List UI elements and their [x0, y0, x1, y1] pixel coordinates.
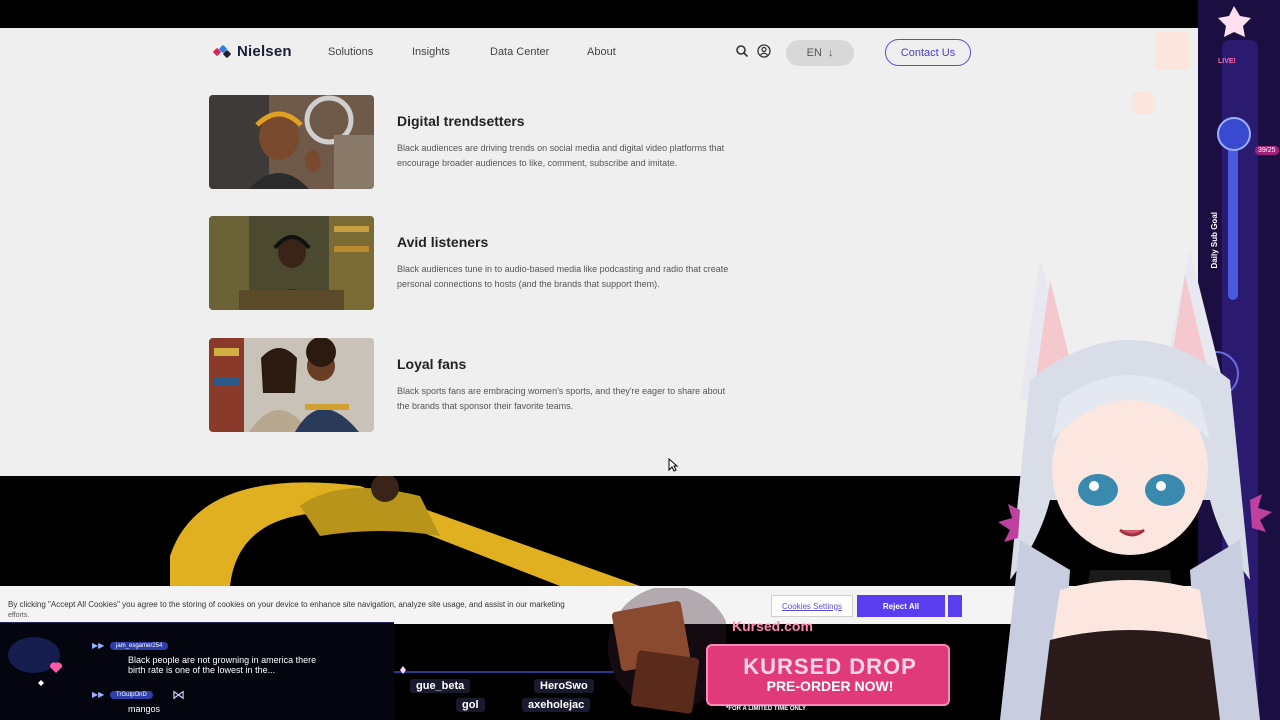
ticker-name: gol	[456, 698, 485, 712]
contact-us-button[interactable]: Contact Us	[885, 39, 971, 66]
nav-insights[interactable]: Insights	[412, 46, 450, 58]
language-selector[interactable]: EN ↓	[786, 40, 854, 66]
play-arrow-icon: ▶▶	[92, 641, 105, 650]
goal-count: 39/25	[1255, 146, 1279, 155]
nav-data-center[interactable]: Data Center	[490, 46, 549, 58]
card-body: Black sports fans are embracing women's …	[397, 386, 726, 411]
nav-solutions[interactable]: Solutions	[328, 46, 373, 58]
chat-message: mangos	[128, 704, 161, 714]
card-image	[209, 95, 374, 189]
promo-brand: Kursed.com	[732, 618, 813, 634]
card-title: Loyal fans	[397, 356, 467, 372]
search-icon[interactable]	[735, 44, 749, 58]
screen: Nielsen Solutions Insights Data Center A…	[0, 0, 1280, 720]
mouse-cursor-icon	[668, 458, 678, 472]
promo-box: KURSED DROP PRE-ORDER NOW!	[706, 644, 950, 706]
top-nav: Nielsen Solutions Insights Data Center A…	[0, 28, 1280, 78]
bow-icon: ⋈	[172, 687, 185, 702]
kursed-promo: Kursed.com KURSED DROP PRE-ORDER NOW! *F…	[606, 588, 956, 720]
card-avid-listeners: Avid listeners Black audiences tune in t…	[209, 216, 749, 310]
card-body: Black audiences tune in to audio-based m…	[397, 264, 729, 289]
promo-subtitle: PRE-ORDER NOW!	[766, 678, 894, 694]
play-arrow-icon: ▶▶	[92, 690, 105, 699]
promo-title: KURSED DROP	[743, 654, 917, 679]
ticker-name: HeroSwo	[534, 679, 594, 693]
card-image	[209, 338, 374, 432]
card-title: Avid listeners	[397, 234, 489, 250]
cookie-text-continued: efforts.	[8, 612, 30, 619]
ticker-name: axeholejac	[522, 698, 591, 712]
card-image	[209, 216, 374, 310]
logo-text: Nielsen	[237, 43, 292, 60]
live-badge: LIVE!	[1218, 58, 1236, 65]
card-title: Digital trendsetters	[397, 113, 525, 129]
chat-username: jam_esgamer254	[110, 642, 169, 650]
account-icon[interactable]	[757, 44, 771, 58]
nielsen-logo[interactable]: Nielsen	[212, 43, 292, 60]
cookie-text: By clicking "Accept All Cookies" you agr…	[8, 600, 565, 609]
card-digital-trendsetters: Digital trendsetters Black audiences are…	[209, 95, 749, 189]
chat-username: TrGutpOnD	[110, 691, 153, 699]
promo-note: *FOR A LIMITED TIME ONLY	[726, 706, 807, 712]
nav-about[interactable]: About	[587, 46, 616, 58]
language-label: EN	[806, 47, 822, 59]
card-body: Black audiences are driving trends on so…	[397, 143, 725, 168]
nielsen-logo-icon	[212, 44, 232, 58]
decor-square	[1155, 32, 1189, 70]
arrow-down-icon: ↓	[827, 47, 834, 59]
vtuber-avatar	[998, 250, 1272, 720]
ticker-name: gue_beta	[410, 679, 471, 693]
heart-icon	[8, 637, 63, 686]
chat-message: Black people are not growning in america…	[128, 655, 317, 675]
stream-chat: ▶▶ jam_esgamer254 Black people are not g…	[0, 622, 394, 720]
decor-square	[1133, 92, 1153, 114]
supporter-ticker: gue_beta HeroSwo gol axeholejac	[394, 664, 614, 720]
card-loyal-fans: Loyal fans Black sports fans are embraci…	[209, 338, 749, 432]
